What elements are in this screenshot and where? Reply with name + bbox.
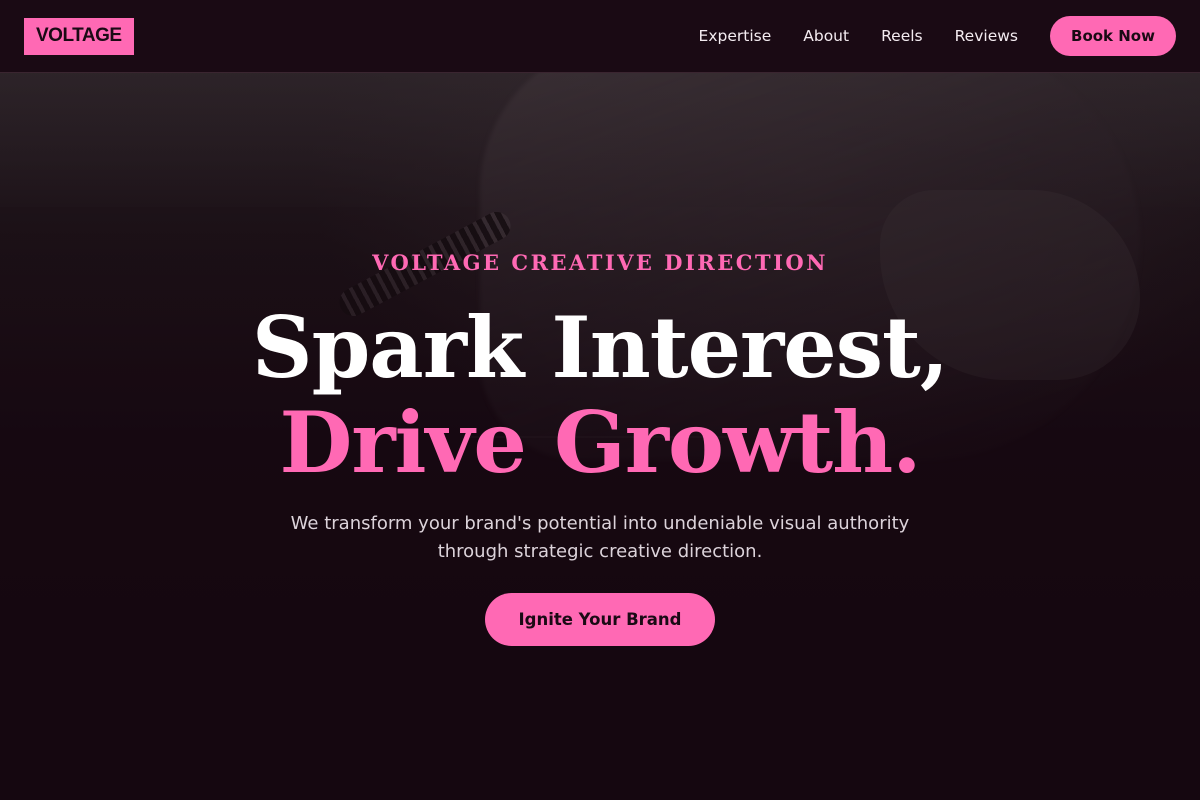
hero-headline-line2: Drive Growth. <box>279 393 922 492</box>
hero-eyebrow: VOLTAGE CREATIVE DIRECTION <box>372 250 828 275</box>
nav-link-reviews[interactable]: Reviews <box>955 27 1018 45</box>
logo[interactable]: VOLTAGE <box>24 17 134 55</box>
hero-headline-line1: Spark Interest, <box>251 298 949 397</box>
nav-link-about[interactable]: About <box>803 27 849 45</box>
ignite-brand-button[interactable]: Ignite Your Brand <box>485 593 715 646</box>
nav-link-expertise[interactable]: Expertise <box>699 27 772 45</box>
nav-links: Expertise About Reels Reviews <box>699 27 1050 45</box>
navbar: VOLTAGE Expertise About Reels Reviews Bo… <box>0 0 1200 73</box>
book-now-button[interactable]: Book Now <box>1050 16 1176 56</box>
nav-right: Expertise About Reels Reviews Book Now <box>699 16 1176 56</box>
hero-subtext: We transform your brand's potential into… <box>290 513 910 562</box>
nav-link-reels[interactable]: Reels <box>881 27 923 45</box>
hero-section: VOLTAGE CREATIVE DIRECTION Spark Interes… <box>0 0 1200 800</box>
